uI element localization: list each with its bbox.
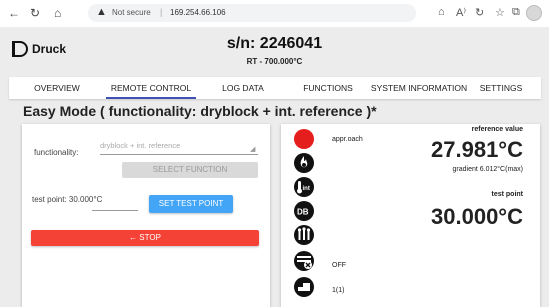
approach-status-icon xyxy=(294,129,314,149)
tab-remote-control[interactable]: REMOTE CONTROL xyxy=(106,77,196,99)
test-point-value: 30.000°C xyxy=(431,204,523,229)
off-text: OFF xyxy=(332,262,346,269)
read-aloud-icon[interactable]: A⁾ xyxy=(456,6,466,19)
serial-number: s/n: 2246041 xyxy=(226,35,323,52)
tab-functions[interactable]: FUNCTIONS xyxy=(289,77,367,99)
status-panel: appr.oach int DB OFF 1(1) reference valu… xyxy=(281,124,540,307)
browser-home-icon[interactable]: ⌂ xyxy=(438,6,445,18)
resize-handle-icon: ◢ xyxy=(250,146,256,153)
tab-settings[interactable]: SETTINGS xyxy=(471,77,531,99)
stop-button[interactable]: ← STOP xyxy=(31,230,259,246)
home-icon[interactable]: ⌂ xyxy=(54,6,61,20)
tab-overview[interactable]: OVERVIEW xyxy=(17,77,97,99)
test-point-heading: test point xyxy=(491,191,524,198)
temperature-range: RT - 700.000°C xyxy=(246,57,303,66)
probes-icon xyxy=(294,225,314,245)
control-panel: functionality: dryblock + int. reference… xyxy=(22,124,270,307)
functionality-underline xyxy=(100,154,258,155)
svg-text:DB: DB xyxy=(297,208,309,217)
collections-icon[interactable]: ⧉ xyxy=(512,6,520,19)
address-bar[interactable]: ▲ Not secure | 169.254.66.106 xyxy=(88,4,416,22)
favorites-icon[interactable]: ☆ xyxy=(495,6,505,19)
profile-avatar[interactable] xyxy=(526,5,542,21)
count-text: 1(1) xyxy=(332,287,345,294)
heating-icon xyxy=(294,153,314,173)
back-icon[interactable]: ← xyxy=(8,6,20,20)
step-counter-icon xyxy=(294,277,314,297)
test-point-input[interactable] xyxy=(92,210,138,211)
app-header: Druck s/n: 2246041 RT - 700.000°C xyxy=(0,27,549,74)
dryblock-icon: DB xyxy=(294,201,314,221)
reference-value: 27.981°C xyxy=(431,137,523,162)
refresh-tab-icon[interactable]: ↻ xyxy=(475,6,484,19)
set-test-point-button[interactable]: SET TEST POINT xyxy=(149,195,233,213)
approach-text: appr.oach xyxy=(332,136,363,143)
select-function-button[interactable]: SELECT FUNCTION xyxy=(122,162,258,178)
functionality-label: functionality: xyxy=(34,148,79,157)
address-separator: | xyxy=(160,7,163,17)
page-title: Easy Mode ( functionality: dryblock + in… xyxy=(23,103,377,119)
main-tabs: OVERVIEW REMOTE CONTROL LOG DATA FUNCTIO… xyxy=(9,77,541,99)
reload-icon[interactable]: ↻ xyxy=(30,6,40,20)
tab-log-data[interactable]: LOG DATA xyxy=(205,77,281,99)
warning-icon: ▲ xyxy=(96,6,107,18)
test-point-label: test point: 30.000°C xyxy=(32,195,103,204)
reference-value-label: reference value xyxy=(471,126,523,133)
stirrer-off-icon xyxy=(294,251,314,271)
internal-reference-icon: int xyxy=(294,177,314,197)
functionality-input[interactable]: dryblock + int. reference xyxy=(100,141,180,150)
browser-toolbar: ← ↻ ⌂ ▲ Not secure | 169.254.66.106 ⌂ A⁾… xyxy=(0,0,549,28)
tab-system-information[interactable]: SYSTEM INFORMATION xyxy=(369,77,469,99)
gradient-value: gradient 6.012°C(max) xyxy=(452,166,524,173)
not-secure-label[interactable]: Not secure xyxy=(112,8,151,17)
url-text[interactable]: 169.254.66.106 xyxy=(170,8,226,17)
svg-text:int: int xyxy=(303,186,310,192)
